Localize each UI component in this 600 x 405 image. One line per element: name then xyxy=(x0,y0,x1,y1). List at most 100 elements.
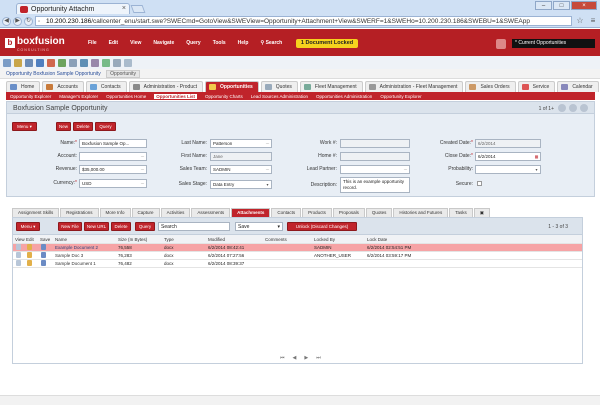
edit-icon[interactable] xyxy=(27,260,32,266)
view-tab-assignment-skills[interactable]: Assignment Skills xyxy=(12,208,60,217)
minimize-icon[interactable]: – xyxy=(535,1,552,10)
more-tabs-icon[interactable]: ▣ xyxy=(473,208,490,217)
list-menu-button[interactable]: Menu ▾ xyxy=(16,222,40,231)
column-header[interactable]: Name xyxy=(55,235,67,244)
view-tab-more-info[interactable]: More Info xyxy=(99,208,131,217)
back-icon[interactable]: ◀ xyxy=(2,16,11,26)
tab-opportunities[interactable]: Opportunities xyxy=(205,81,259,92)
new-file-button[interactable]: New File xyxy=(58,222,82,231)
save-icon[interactable] xyxy=(41,260,46,266)
column-header[interactable]: Save xyxy=(40,235,50,244)
sales-stage-select[interactable]: Data Entry ▾ xyxy=(210,180,272,189)
list-query-button[interactable]: Query xyxy=(135,222,155,231)
column-header[interactable]: Modified xyxy=(208,235,225,244)
tab-fleet-management[interactable]: Fleet Management xyxy=(299,81,363,92)
sales-team-field[interactable]: SADMIN ⋯ xyxy=(210,165,272,174)
print-icon[interactable] xyxy=(80,58,88,67)
menu-query[interactable]: Query xyxy=(186,40,200,46)
form-delete-button[interactable]: Delete xyxy=(73,122,93,131)
name-field[interactable]: Boxfusion Sample Op... xyxy=(79,139,147,148)
lead-partner-field[interactable]: ⋯ xyxy=(340,165,410,174)
pick-icon[interactable]: ⋯ xyxy=(140,181,145,186)
secure-checkbox[interactable] xyxy=(477,181,482,186)
description-field[interactable]: This is an example opportunity record. xyxy=(340,177,410,193)
save-select[interactable]: Save ▾ xyxy=(235,222,283,231)
account-field[interactable]: ⋯ xyxy=(79,152,147,161)
close-window-icon[interactable]: × xyxy=(571,1,597,10)
column-header[interactable]: Comments xyxy=(265,235,287,244)
url-field[interactable]: ▫ 10.200.230.186/callcenter_enu/start.sw… xyxy=(35,16,572,26)
undo-icon[interactable] xyxy=(47,58,55,67)
star-icon[interactable]: ☆ xyxy=(575,16,585,26)
cell-name[interactable]: Example Document 2 xyxy=(55,244,98,252)
list-delete-button[interactable]: Delete xyxy=(111,222,131,231)
last-name-field[interactable]: Patterson ⋯ xyxy=(210,139,272,148)
view-icon[interactable] xyxy=(16,252,21,258)
view-tab-activities[interactable]: Activities xyxy=(160,208,191,217)
list-search-input[interactable]: Search xyxy=(158,222,230,231)
tab-calendar[interactable]: Calendar xyxy=(557,81,599,92)
pick-icon[interactable]: ⋯ xyxy=(140,154,145,159)
menu-navigate[interactable]: Navigate xyxy=(153,40,174,46)
view-tab-attachments[interactable]: Attachments xyxy=(231,208,271,217)
table-row[interactable]: Sample Doc 3 76,283 docx 6/2/2014 07:27:56 A… xyxy=(13,252,582,260)
breadcrumb-link[interactable]: Opportunity Boxfusion Sample Opportunity xyxy=(6,71,101,77)
browser-menu-icon[interactable]: ≡ xyxy=(588,16,598,26)
view-icon[interactable] xyxy=(16,244,21,250)
browser-tab[interactable]: Opportunity Attachm × xyxy=(16,3,130,14)
form-query-button[interactable]: Query xyxy=(95,122,116,131)
forward-icon[interactable]: ▶ xyxy=(13,16,22,26)
menu-help[interactable]: Help xyxy=(238,40,249,46)
menu-search[interactable]: ⚲ Search xyxy=(261,40,283,46)
edit-icon[interactable] xyxy=(27,244,32,250)
view-icon[interactable] xyxy=(16,260,21,266)
pick-icon[interactable]: ⋯ xyxy=(265,141,270,146)
subtab-opportunities-home[interactable]: Opportunities Home xyxy=(106,94,146,99)
next-page-icon[interactable]: ▶ xyxy=(304,355,308,361)
probability-select[interactable]: ▾ xyxy=(475,165,541,174)
menu-file[interactable]: File xyxy=(88,40,97,46)
subtab-manager-s-explorer[interactable]: Manager's Explorer xyxy=(59,94,98,99)
form-menu-button[interactable]: Menu ▾ xyxy=(12,122,37,131)
first-page-icon[interactable]: ⏮ xyxy=(280,355,285,361)
dropdown-icon[interactable]: ▾ xyxy=(534,167,539,172)
maximize-icon[interactable]: □ xyxy=(553,1,570,10)
view-tab-tasks[interactable]: Tasks xyxy=(449,208,473,217)
view-tab-assessments[interactable]: Assessments xyxy=(191,208,231,217)
subtab-opportunities-administration[interactable]: Opportunities Administration xyxy=(316,94,372,99)
column-header[interactable]: Size (In Bytes) xyxy=(118,235,147,244)
menu-edit[interactable]: Edit xyxy=(109,40,118,46)
tab-home[interactable]: Home xyxy=(6,81,41,92)
subtab-opportunity-explorer[interactable]: Opportunity Explorer xyxy=(10,94,51,99)
refresh-icon[interactable] xyxy=(69,58,77,67)
cell-name[interactable]: Sample Document 1 xyxy=(55,260,96,268)
column-header[interactable]: View xyxy=(15,235,25,244)
menu-view[interactable]: View xyxy=(130,40,141,46)
documents-locked-badge[interactable]: 1 Document Locked xyxy=(296,39,358,48)
revenue-field[interactable]: $35,000.00 ⋯ xyxy=(79,165,147,174)
form-new-button[interactable]: New xyxy=(56,122,71,131)
calculator-icon[interactable]: ⋯ xyxy=(140,167,145,172)
previous-page-icon[interactable]: ◀ xyxy=(293,355,297,361)
previous-record-icon[interactable] xyxy=(558,104,566,112)
tab-sales-orders[interactable]: Sales Orders xyxy=(465,81,516,92)
menu-tools[interactable]: Tools xyxy=(213,40,226,46)
subtab-opportunity-charts[interactable]: Opportunity Charts xyxy=(205,94,243,99)
column-header[interactable]: Lock Date xyxy=(367,235,387,244)
column-header[interactable]: Locked By xyxy=(314,235,335,244)
history-icon[interactable] xyxy=(14,58,22,67)
subtab-lead-sources-administration[interactable]: Lead Sources Administration xyxy=(251,94,308,99)
column-header[interactable]: Type xyxy=(164,235,174,244)
subtab-opportunity-explorer[interactable]: Opportunity Explorer xyxy=(380,94,421,99)
view-tab-capture[interactable]: Capture xyxy=(131,208,160,217)
dropdown-icon[interactable]: ▾ xyxy=(265,182,270,187)
currency-field[interactable]: USD ⋯ xyxy=(79,179,147,188)
cell-name[interactable]: Sample Doc 3 xyxy=(55,252,83,260)
view-tab-contacts[interactable]: Contacts xyxy=(271,208,302,217)
save-icon[interactable] xyxy=(41,252,46,258)
close-date-field[interactable]: 6/2/2014 ▦ xyxy=(475,152,541,161)
next-record-icon[interactable] xyxy=(569,104,577,112)
view-tab-registrations[interactable]: Registrations xyxy=(60,208,99,217)
pick-icon[interactable]: ⋯ xyxy=(265,167,270,172)
save-icon[interactable] xyxy=(41,244,46,250)
